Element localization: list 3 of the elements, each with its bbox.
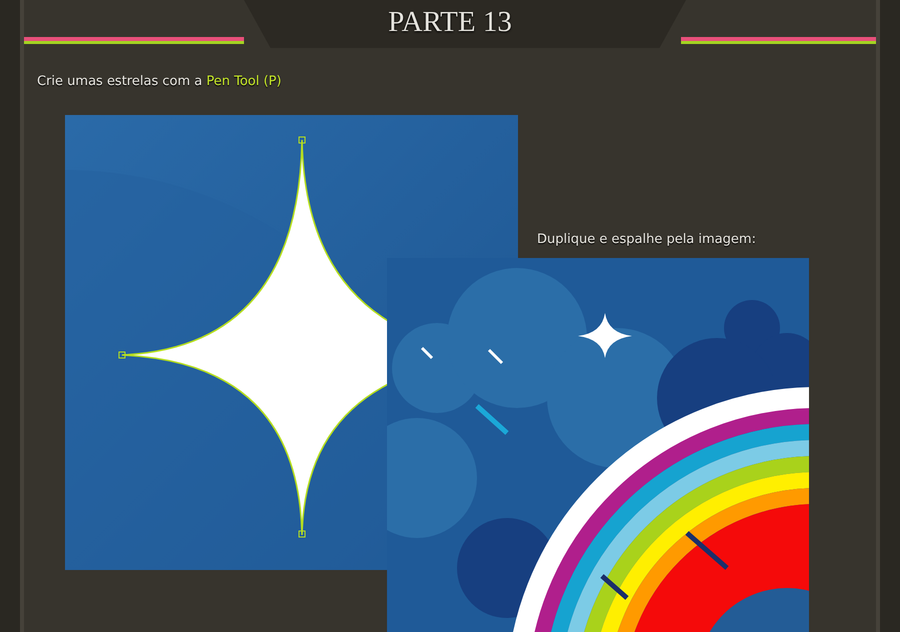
caption-text: Duplique e espalhe pela imagem: xyxy=(537,231,756,249)
section-title: PARTE 13 xyxy=(388,5,512,40)
instruction-text: Crie umas estrelas com a Pen Tool (P) xyxy=(37,73,282,91)
